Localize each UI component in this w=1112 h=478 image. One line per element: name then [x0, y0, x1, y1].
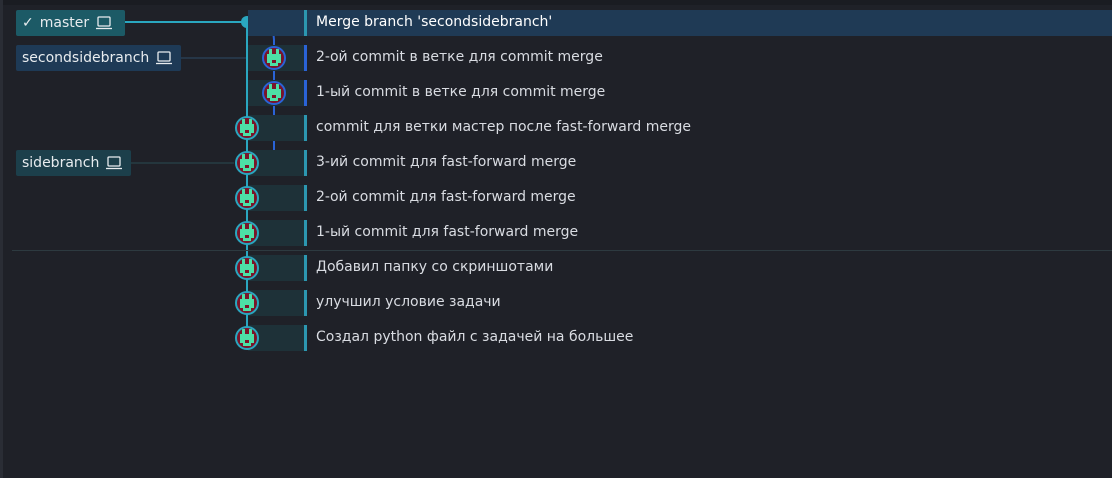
commit-message: 1-ый commit в ветке для commit merge — [316, 84, 606, 100]
author-avatar-icon[interactable] — [235, 151, 259, 175]
commit-message: 2-ой commit в ветке для commit merge — [316, 49, 603, 65]
lane-color-bar — [304, 80, 307, 106]
checkmark-icon: ✓ — [22, 15, 34, 31]
commit-message: 3-ий commit для fast-forward merge — [316, 154, 577, 170]
commit-message: улучшил условие задачи — [316, 294, 501, 310]
laptop-icon — [106, 156, 123, 170]
lane-color-bar — [304, 45, 307, 71]
commit-row[interactable]: 2-ой commit для fast-forward merge — [248, 185, 1112, 211]
commit-row[interactable]: 2-ой commit в ветке для commit merge — [248, 45, 1112, 71]
commit-message: 2-ой commit для fast-forward merge — [316, 189, 576, 205]
commit-row[interactable]: 1-ый commit для fast-forward merge — [248, 220, 1112, 246]
lane-color-bar — [304, 150, 307, 176]
graph-cell — [248, 10, 304, 36]
commit-row[interactable]: Добавил папку со скриншотами — [248, 255, 1112, 281]
commit-row[interactable]: Merge branch 'secondsidebranch' — [248, 10, 1112, 36]
laptop-icon — [96, 16, 113, 30]
lane-color-bar — [304, 115, 307, 141]
commit-row[interactable]: 3-ий commit для fast-forward merge — [248, 150, 1112, 176]
lane-color-bar — [304, 255, 307, 281]
commit-row[interactable]: улучшил условие задачи — [248, 290, 1112, 316]
author-avatar-icon[interactable] — [235, 291, 259, 315]
author-avatar-icon[interactable] — [262, 81, 286, 105]
branch-label-sidebranch[interactable]: sidebranch — [16, 150, 131, 176]
commit-message: commit для ветки мастер после fast-forwa… — [316, 119, 691, 135]
commit-row[interactable]: commit для ветки мастер после fast-forwa… — [248, 115, 1112, 141]
commit-row[interactable]: 1-ый commit в ветке для commit merge — [248, 80, 1112, 106]
branch-name: master — [39, 15, 90, 31]
lane-color-bar — [304, 10, 307, 36]
author-avatar-icon[interactable] — [262, 46, 286, 70]
branch-label-master[interactable]: ✓ master — [16, 10, 125, 36]
author-avatar-icon[interactable] — [235, 186, 259, 210]
laptop-icon — [156, 51, 173, 65]
row-separator — [12, 250, 1112, 251]
lane-color-bar — [304, 290, 307, 316]
branch-name: sidebranch — [22, 155, 100, 171]
branch-name: secondsidebranch — [22, 50, 150, 66]
author-avatar-icon[interactable] — [235, 256, 259, 280]
branch-label-secondsidebranch[interactable]: secondsidebranch — [16, 45, 181, 71]
commit-message: 1-ый commit для fast-forward merge — [316, 224, 579, 240]
author-avatar-icon[interactable] — [235, 221, 259, 245]
author-avatar-icon[interactable] — [235, 326, 259, 350]
commit-message: Добавил папку со скриншотами — [316, 259, 554, 275]
commit-row[interactable]: Создал python файл с задачей на большее — [248, 325, 1112, 351]
lane-color-bar — [304, 185, 307, 211]
lane-color-bar — [304, 220, 307, 246]
lane-color-bar — [304, 325, 307, 351]
commit-message: Merge branch 'secondsidebranch' — [316, 14, 553, 30]
author-avatar-icon[interactable] — [235, 116, 259, 140]
commit-message: Создал python файл с задачей на большее — [316, 329, 634, 345]
